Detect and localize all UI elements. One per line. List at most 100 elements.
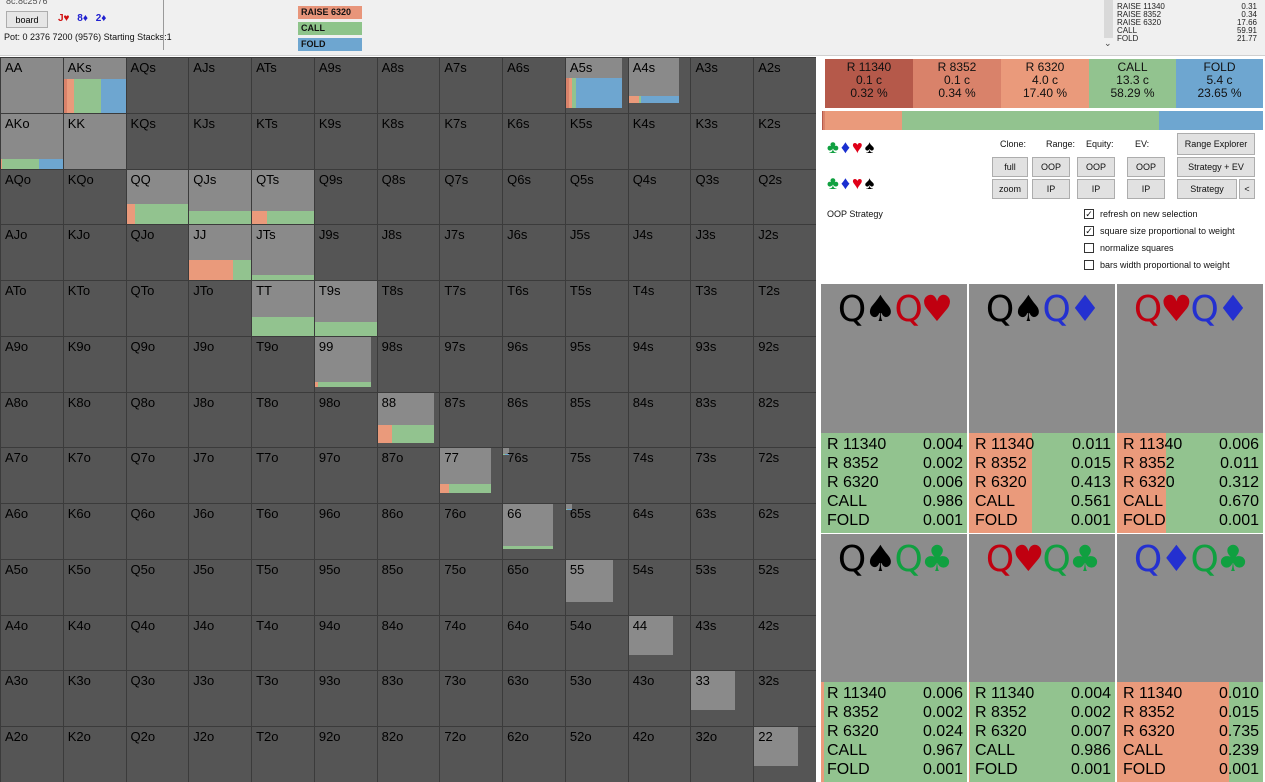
- suit-toggle-icon[interactable]: ♦: [841, 137, 852, 157]
- hand-cell[interactable]: A4s: [627, 57, 691, 113]
- hand-cell[interactable]: Q9s: [313, 168, 377, 225]
- hand-cell[interactable]: T6o: [251, 503, 314, 559]
- hand-cell[interactable]: KJo: [62, 224, 126, 281]
- combo-panel[interactable]: Q♥Q♣ R 11340 0.004 R 8352 0.002 R 6320 0.007 CA…: [969, 534, 1116, 782]
- hand-cell[interactable]: 55: [564, 558, 628, 615]
- combo-panel[interactable]: Q♠Q♣ R 11340 0.006 R 8352 0.002 R 6320 0.024 CA…: [821, 534, 968, 782]
- suit-toggle-icon[interactable]: ♥: [852, 137, 865, 157]
- hand-cell[interactable]: 74s: [627, 447, 691, 504]
- hand-cell[interactable]: K2s: [753, 112, 816, 169]
- hand-cell[interactable]: 75s: [564, 447, 628, 504]
- hand-cell[interactable]: 42s: [753, 614, 816, 671]
- suit-toggle-icon[interactable]: ♠: [865, 137, 877, 157]
- hand-cell[interactable]: K9s: [313, 112, 377, 169]
- hand-cell[interactable]: A7s: [439, 57, 503, 113]
- hand-cell[interactable]: K2o: [62, 726, 126, 782]
- hand-cell[interactable]: 54o: [564, 614, 628, 671]
- hand-cell[interactable]: JTo: [188, 280, 252, 336]
- suit-toggle-icon[interactable]: ♣: [827, 137, 841, 157]
- hand-cell[interactable]: T7s: [439, 280, 503, 336]
- hand-cell[interactable]: 62o: [502, 726, 565, 782]
- strategy-ev-button[interactable]: Strategy + EV: [1177, 157, 1255, 177]
- hand-cell[interactable]: T2o: [251, 726, 314, 782]
- option-normalize-squares[interactable]: normalize squares: [1084, 243, 1174, 253]
- ev-ip-button[interactable]: IP: [1127, 179, 1165, 199]
- hand-cell[interactable]: JJ: [188, 224, 252, 281]
- hand-cell[interactable]: 96o: [313, 503, 377, 559]
- combo-panel[interactable]: Q♠Q♥ R 11340 0.004 R 8352 0.002 R 6320 0.006 CA…: [821, 284, 968, 533]
- hand-cell[interactable]: 83o: [376, 670, 440, 727]
- hand-cell[interactable]: K3s: [690, 112, 754, 169]
- hand-cell[interactable]: 43s: [690, 614, 754, 671]
- hand-cell[interactable]: 54s: [627, 558, 691, 615]
- hand-cell[interactable]: TT: [251, 280, 314, 336]
- hand-cell[interactable]: A4o: [0, 614, 63, 671]
- hand-cell[interactable]: Q5o: [125, 558, 189, 615]
- hand-cell[interactable]: J8s: [376, 224, 440, 281]
- hand-cell[interactable]: J7o: [188, 447, 252, 504]
- hand-cell[interactable]: T4o: [251, 614, 314, 671]
- hand-cell[interactable]: 62s: [753, 503, 816, 559]
- hand-cell[interactable]: AJs: [188, 57, 252, 113]
- hand-cell[interactable]: K6s: [502, 112, 565, 169]
- hand-cell[interactable]: 53s: [690, 558, 754, 615]
- hand-cell[interactable]: Q3s: [690, 168, 754, 225]
- hand-cell[interactable]: 42o: [627, 726, 691, 782]
- equity-oop-button[interactable]: OOP: [1077, 157, 1115, 177]
- hand-cell[interactable]: 77: [439, 447, 503, 504]
- hand-cell[interactable]: A8o: [0, 391, 63, 448]
- hand-cell[interactable]: 33: [690, 670, 754, 727]
- hand-cell[interactable]: J5s: [564, 224, 628, 281]
- zoom-button[interactable]: zoom: [992, 179, 1028, 199]
- hand-cell[interactable]: 94s: [627, 335, 691, 392]
- hand-cell[interactable]: 92s: [753, 335, 816, 392]
- hand-cell[interactable]: QJo: [125, 224, 189, 281]
- strategy-button[interactable]: Strategy: [1177, 179, 1237, 199]
- hand-cell[interactable]: K6o: [62, 503, 126, 559]
- hand-cell[interactable]: 95s: [564, 335, 628, 392]
- hand-cell[interactable]: J4o: [188, 614, 252, 671]
- hand-cell[interactable]: 52o: [564, 726, 628, 782]
- hand-cell[interactable]: K4o: [62, 614, 126, 671]
- hand-cell[interactable]: 97s: [439, 335, 503, 392]
- hand-cell[interactable]: K7o: [62, 447, 126, 504]
- hand-cell[interactable]: 76o: [439, 503, 503, 559]
- hand-cell[interactable]: KQo: [62, 168, 126, 225]
- hand-cell[interactable]: J4s: [627, 224, 691, 281]
- hand-cell[interactable]: ATo: [0, 280, 63, 336]
- hand-cell[interactable]: T6s: [502, 280, 565, 336]
- hand-cell[interactable]: 86o: [376, 503, 440, 559]
- hand-cell[interactable]: Q6o: [125, 503, 189, 559]
- hand-cell[interactable]: J3o: [188, 670, 252, 727]
- hand-cell[interactable]: T8o: [251, 391, 314, 448]
- hand-cell[interactable]: 72s: [753, 447, 816, 504]
- hand-cell[interactable]: 84s: [627, 391, 691, 448]
- range-oop-button[interactable]: OOP: [1032, 157, 1070, 177]
- hand-cell[interactable]: A5s: [564, 57, 628, 113]
- hand-cell[interactable]: Q7o: [125, 447, 189, 504]
- hand-cell[interactable]: ATs: [251, 57, 314, 113]
- hand-cell[interactable]: AKo: [0, 112, 63, 169]
- checkbox-icon[interactable]: [1084, 260, 1094, 270]
- chevron-down-icon[interactable]: ⌄: [1104, 38, 1112, 49]
- hand-cell[interactable]: 84o: [376, 614, 440, 671]
- hand-cell[interactable]: K5s: [564, 112, 628, 169]
- hand-cell[interactable]: Q8s: [376, 168, 440, 225]
- hand-cell[interactable]: Q6s: [502, 168, 565, 225]
- hand-cell[interactable]: AKs: [62, 57, 126, 113]
- equity-ip-button[interactable]: IP: [1077, 179, 1115, 199]
- combo-panel[interactable]: Q♥Q♦ R 11340 0.006 R 8352 0.011 R 6320 0.312 CA…: [1117, 284, 1264, 533]
- ev-oop-button[interactable]: OOP: [1127, 157, 1165, 177]
- hand-cell[interactable]: 32s: [753, 670, 816, 727]
- hand-cell[interactable]: A7o: [0, 447, 63, 504]
- hand-cell[interactable]: 72o: [439, 726, 503, 782]
- hand-cell[interactable]: J2o: [188, 726, 252, 782]
- hand-cell[interactable]: 98s: [376, 335, 440, 392]
- combo-panel[interactable]: Q♠Q♦ R 11340 0.011 R 8352 0.015 R 6320 0.413 CA…: [969, 284, 1116, 533]
- hand-cell[interactable]: AQs: [125, 57, 189, 113]
- hand-cell[interactable]: T9s: [313, 280, 377, 336]
- action-box-r8352[interactable]: R 8352 0.1 c 0.34 %: [913, 59, 1001, 108]
- hand-cell[interactable]: Q4s: [627, 168, 691, 225]
- hand-cell[interactable]: QQ: [125, 168, 189, 225]
- hand-cell[interactable]: AJo: [0, 224, 63, 281]
